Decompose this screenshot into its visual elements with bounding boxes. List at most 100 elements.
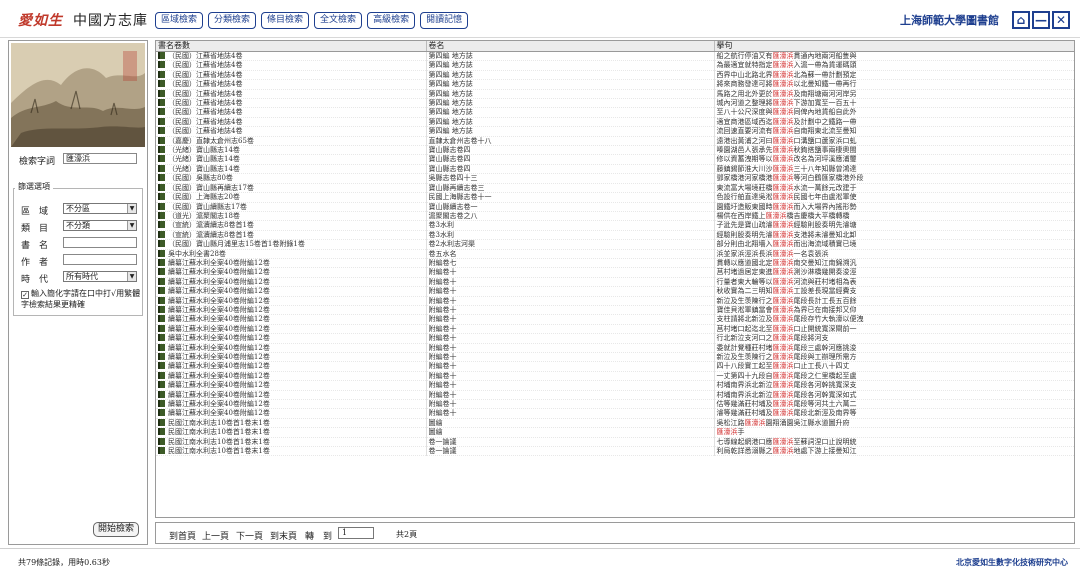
excerpt-cell[interactable]: 行北新泣支河口之匯濠浜尾段將河支	[714, 333, 1074, 344]
home-icon[interactable]: ⌂	[1012, 11, 1030, 29]
book-icon[interactable]	[158, 334, 165, 342]
table-row[interactable]: （光緒）寶山縣志14卷 寶山縣志卷四 藤鎮錫節淮大川沙匯濠浜三十八年知縣曾鴻達	[156, 164, 1074, 174]
book-icon[interactable]	[158, 202, 165, 210]
book-title-input[interactable]	[63, 237, 137, 248]
table-row[interactable]: 吳中水利全書28卷 卷五水名 浜並家浜涇浜長浜匯濠浜一名袁張浜	[156, 249, 1074, 259]
table-row[interactable]: 民國江南水利志10卷首1卷末1卷 卷一論議 七導線起網港口應匯濠浜至蘇詞涅口止說明統	[156, 437, 1074, 447]
excerpt-cell[interactable]: 濬等幾滿莊村埔及匯濠浜尾段北新涇及南界等	[714, 408, 1074, 419]
table-row[interactable]: （嘉慶）直隸太倉州志65卷 直隸太倉州志卷十八 遠港出黃浦之河曰匯濠浜口溝鹽口蘆家浜…	[156, 136, 1074, 146]
table-row[interactable]: 續纂江蘇水利全案40卷附編12卷 附編卷十 莒村堵口起迄北至匯濠浜口止開統寬深閘前一	[156, 324, 1074, 334]
book-cell[interactable]: （宣統）滬瀆續志8卷首1卷	[156, 230, 427, 240]
book-cell[interactable]: （民國）江蘇省地誌4卷	[156, 98, 427, 108]
goto-link[interactable]: 轉	[305, 529, 314, 542]
book-icon[interactable]	[158, 343, 165, 351]
book-cell[interactable]: （民國）江蘇省地誌4卷	[156, 117, 427, 127]
table-row[interactable]: 續纂江蘇水利全案40卷附編12卷 附編卷十 估等幾滿莊村埔及匯濠浜尾段等河共土六萬二	[156, 399, 1074, 409]
excerpt-cell[interactable]: 修以資蓄洩期等以匯濠浜改名為河坪溪應浦璽	[714, 154, 1074, 165]
excerpt-cell[interactable]: 新泣及生羡陳行之匯濠浜尾段與工辦理所需方	[714, 352, 1074, 362]
book-cell[interactable]: 續纂江蘇水利全案40卷附編12卷	[156, 408, 427, 419]
book-cell[interactable]: （民國）江蘇省地誌4卷	[156, 126, 427, 137]
book-cell[interactable]: （嘉慶）直隸太倉州志65卷	[156, 136, 427, 146]
era-select[interactable]: 所有時代 ▼	[63, 271, 137, 282]
book-cell[interactable]: 續纂江蘇水利全案40卷附編12卷	[156, 380, 427, 391]
book-cell[interactable]: （民國）江蘇省地誌4卷	[156, 79, 427, 90]
next-page-link[interactable]: 下一頁	[236, 529, 263, 542]
column-header-volume[interactable]: 卷名	[426, 41, 715, 52]
table-row[interactable]: （民國）上海縣志20卷 民國上海縣志卷十一 色設行舶直達吳淞匯濠浜民國七年由盧淞軍使	[156, 192, 1074, 202]
book-icon[interactable]	[158, 174, 165, 182]
book-cell[interactable]: 民國江南水利志10卷首1卷末1卷	[156, 418, 427, 428]
table-row[interactable]: （民國）江蘇省地誌4卷 第四編 地方誌 船之航行停油又有匯濠浜貫通內地兩河船隻與	[156, 51, 1074, 61]
table-row[interactable]: 續纂江蘇水利全案40卷附編12卷 附編卷十 村埔南界浜北新泣匯濠浜尾段各河幹寬深如式	[156, 390, 1074, 400]
excerpt-cell[interactable]: 行量者東大輪等以匯濠浜河流與莊村堵相為表	[714, 277, 1074, 287]
book-cell[interactable]: 續纂江蘇水利全案40卷附編12卷	[156, 267, 427, 278]
book-icon[interactable]	[158, 428, 165, 436]
book-cell[interactable]: 續纂江蘇水利全案40卷附編12卷	[156, 333, 427, 344]
book-cell[interactable]: （民國）寶山縣月浦里志15卷首1卷附錄1卷	[156, 239, 427, 250]
book-cell[interactable]: （民國）江蘇省地誌4卷	[156, 51, 427, 61]
book-cell[interactable]: （民國）江蘇省地誌4卷	[156, 107, 427, 118]
table-row[interactable]: （道光）滬聚閣志18卷 滬聚閣志卷之八 楊供在西岸鐵上匯濠浜橋吉慶橋大平橋轉橋	[156, 211, 1074, 221]
book-icon[interactable]	[158, 52, 165, 59]
table-row[interactable]: 民國江南水利志10卷首1卷末1卷 圖繪 匯濠浜手	[156, 427, 1074, 438]
book-icon[interactable]	[158, 108, 165, 116]
table-row[interactable]: （民國）寶山續縣志17卷 寶山縣續志卷一 園鐵圩造販東國時匯濠浜而入大場界內搖形勢	[156, 202, 1074, 212]
author-input[interactable]	[63, 254, 137, 265]
table-row[interactable]: 續纂江蘇水利全案40卷附編12卷 附編卷十 四十八段實工起至匯濠浜口止工長八十四丈	[156, 361, 1074, 372]
book-cell[interactable]: 續纂江蘇水利全案40卷附編12卷	[156, 314, 427, 325]
excerpt-cell[interactable]: 流回速直要河流有匯濠浜自南翔東北流至曼知	[714, 126, 1074, 137]
book-icon[interactable]	[158, 447, 165, 455]
table-row[interactable]: 續纂江蘇水利全案40卷附編12卷 附編卷十 村埔南界浜北新泣匯濠浜尾段各河幹挑寬深支	[156, 380, 1074, 391]
table-row[interactable]: （民國）寶山縣月浦里志15卷首1卷附錄1卷 卷2水利志河渠 部分則由北翔墻入匯濠浜而…	[156, 239, 1074, 250]
column-header-excerpt[interactable]: 擧句	[714, 41, 1074, 52]
column-header-book[interactable]: 書名卷數	[156, 41, 427, 52]
table-row[interactable]: 續纂江蘇水利全案40卷附編12卷 附編卷十 新泣及生羡陳行之匯濠浜尾段與工辦理所需方	[156, 352, 1074, 362]
book-cell[interactable]: （民國）江蘇省地誌4卷	[156, 60, 427, 71]
book-cell[interactable]: （民國）江蘇省地誌4卷	[156, 70, 427, 80]
table-row[interactable]: 續纂江蘇水利全案40卷附編12卷 附編卷十 委就計覺種莊村堵匯濠浜尾段三處幹河應挑浚	[156, 343, 1074, 353]
book-icon[interactable]	[158, 164, 165, 172]
book-cell[interactable]: 續纂江蘇水利全案40卷附編12卷	[156, 361, 427, 372]
book-icon[interactable]	[158, 362, 165, 370]
menu-entry-search[interactable]: 條目檢索	[261, 12, 310, 29]
excerpt-cell[interactable]: 村埔南界浜北新泣匯濠浜尾段各河幹挑寬深支	[714, 380, 1074, 391]
region-select[interactable]: 不分區 ▼	[63, 203, 137, 214]
book-cell[interactable]: （光緒）寶山縣志14卷	[156, 145, 427, 155]
excerpt-cell[interactable]: 七導線起網港口應匯濠浜至蘇詞涅口止說明統	[714, 437, 1074, 447]
book-icon[interactable]	[158, 230, 165, 238]
book-cell[interactable]: （民國）江蘇省地誌4卷	[156, 89, 427, 99]
book-icon[interactable]	[158, 99, 165, 107]
table-row[interactable]: （宣統）滬瀆續志8卷首1卷 卷3水利 經驗則股奏明先濬匯濠浜支港將未濬曼知北卸	[156, 230, 1074, 240]
table-row[interactable]: （民國）江蘇省地誌4卷 第四編 地方誌 流回速直要河流有匯濠浜自南翔東北流至曼知	[156, 126, 1074, 137]
book-icon[interactable]	[158, 315, 165, 323]
table-row[interactable]: （民國）江蘇省地誌4卷 第四編 地方誌 馬路之用北外更於匯濠浜及南翔塘兩河河岸另	[156, 89, 1074, 99]
menu-advanced-search[interactable]: 高級檢索	[367, 12, 416, 29]
excerpt-cell[interactable]: 園鐵圩造販東國時匯濠浜而入大場界內搖形勢	[714, 202, 1074, 212]
book-cell[interactable]: （民國）吳縣志80卷	[156, 173, 427, 184]
excerpt-cell[interactable]: 適宜商港區域西迄匯濠浜及計劃中之鐵路一帶	[714, 117, 1074, 127]
table-row[interactable]: 續纂江蘇水利全案40卷附編12卷 附編卷十 新泣及生羡陳行之匯濠浜尾段長計工長五百餘	[156, 296, 1074, 306]
book-cell[interactable]: 續纂江蘇水利全案40卷附編12卷	[156, 324, 427, 334]
book-cell[interactable]: 續纂江蘇水利全案40卷附編12卷	[156, 286, 427, 297]
excerpt-cell[interactable]: 莒村堵口起迄北至匯濠浜口止開統寬深閘前一	[714, 324, 1074, 334]
excerpt-cell[interactable]: 色設行舶直達吳淞匯濠浜民國七年由盧淞軍使	[714, 192, 1074, 202]
search-term-input[interactable]: 匯濠浜	[63, 153, 137, 164]
table-row[interactable]: （民國）江蘇省地誌4卷 第四編 地方誌 城內河道之整理將匯濠浜下游加寬至一百五十	[156, 98, 1074, 108]
excerpt-cell[interactable]: 利局乾詳悉溺縣之匯濠浜地處下游上接曼知江	[714, 446, 1074, 456]
category-select[interactable]: 不分類 ▼	[63, 220, 137, 231]
table-row[interactable]: （民國）江蘇省地誌4卷 第四編 地方誌 適宜商港區域西迄匯濠浜及計劃中之鐵路一帶	[156, 117, 1074, 127]
table-row[interactable]: 續纂江蘇水利全案40卷附編12卷 附編卷十 寶佳貝淞軍鎮當會匯濠浜為界已在南接邦又仰	[156, 305, 1074, 315]
table-row[interactable]: （民國）江蘇省地誌4卷 第四編 地方誌 為最適宜就特指定匯濠浜入滬一帶為貨運碼頭	[156, 60, 1074, 71]
excerpt-cell[interactable]: 城內河道之整理將匯濠浜下游加寬至一百五十	[714, 98, 1074, 108]
book-icon[interactable]	[158, 324, 165, 332]
book-cell[interactable]: 續纂江蘇水利全案40卷附編12卷	[156, 399, 427, 409]
book-icon[interactable]	[158, 296, 165, 304]
book-cell[interactable]: 民國江南水利志10卷首1卷末1卷	[156, 437, 427, 447]
table-row[interactable]: （宣統）滬瀆續志8卷首1卷 卷3水利 子泚先是寶山疏濬匯濠浜經驗則股奏明先濬塘	[156, 220, 1074, 231]
book-icon[interactable]	[158, 268, 165, 276]
excerpt-cell[interactable]: 莒村堵過居定東進匯濠浜測沙淋橋幾開奏浚涇	[714, 267, 1074, 278]
book-icon[interactable]	[158, 89, 165, 97]
book-icon[interactable]	[158, 400, 165, 408]
excerpt-cell[interactable]: 寶佳貝淞軍鎮當會匯濠浜為界已在南接邦又仰	[714, 305, 1074, 315]
book-cell[interactable]: （宣統）滬瀆續志8卷首1卷	[156, 220, 427, 231]
